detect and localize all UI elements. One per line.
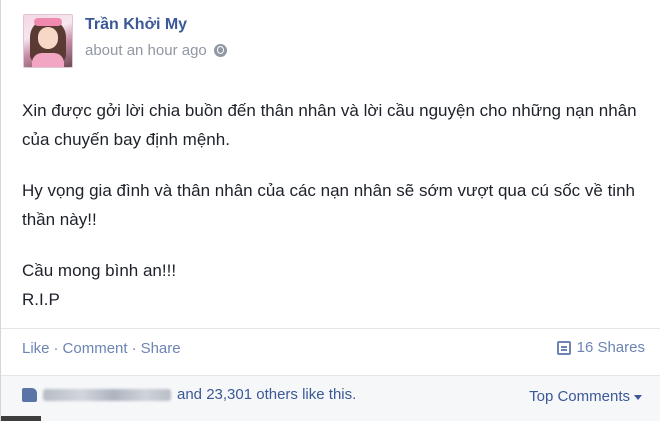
likes-summary: and 23,301 others like this. — [22, 386, 356, 403]
separator: · — [53, 340, 59, 357]
post-actions: Like · Comment · Share — [22, 340, 181, 357]
share-icon — [556, 340, 571, 355]
post-meta: about an hour ago — [85, 42, 227, 59]
divider — [1, 375, 660, 376]
facebook-post: Trần Khởi My about an hour ago Xin được … — [0, 0, 660, 421]
post-paragraph: Xin được gởi lời chia buồn đến thân nhân… — [22, 101, 637, 149]
shares-count: 16 Shares — [576, 339, 645, 356]
others-like-link[interactable]: and 23,301 others like this. — [177, 386, 356, 403]
post-paragraph: R.I.P — [22, 290, 60, 309]
separator: · — [131, 340, 137, 357]
blurred-friend-name — [43, 388, 171, 401]
post-timestamp[interactable]: about an hour ago — [85, 42, 207, 59]
shares-count-link[interactable]: 16 Shares — [556, 339, 645, 356]
post-paragraph: Hy vọng gia đình và thân nhân của các nạ… — [22, 181, 635, 229]
top-comments-label: Top Comments — [529, 388, 630, 405]
author-avatar[interactable] — [23, 14, 73, 68]
post-paragraph: Cầu mong bình an!!! — [22, 261, 177, 280]
comment-link[interactable]: Comment — [63, 340, 128, 357]
share-link[interactable]: Share — [141, 340, 181, 357]
divider — [1, 328, 660, 329]
bottom-edge-strip — [1, 416, 41, 421]
globe-icon[interactable] — [213, 44, 227, 57]
caret-down-icon — [634, 395, 642, 400]
top-comments-dropdown[interactable]: Top Comments — [529, 388, 642, 405]
post-content: Xin được gởi lời chia buồn đến thân nhân… — [22, 96, 642, 314]
like-link[interactable]: Like — [22, 340, 50, 357]
author-name[interactable]: Trần Khởi My — [85, 16, 187, 34]
thumbs-up-icon — [22, 387, 37, 402]
